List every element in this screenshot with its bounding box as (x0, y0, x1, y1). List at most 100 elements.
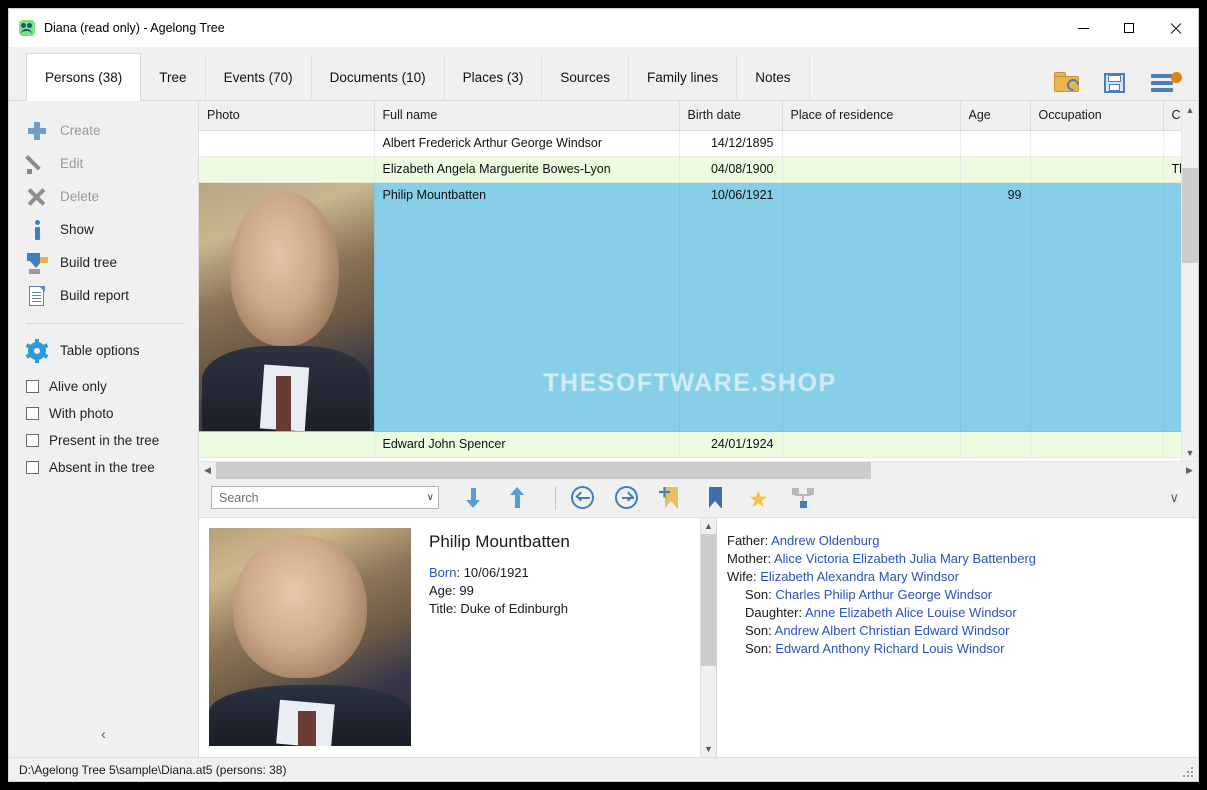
scroll-up-button[interactable]: ▲ (1182, 101, 1198, 118)
bookmarks-icon[interactable] (702, 485, 728, 511)
checkbox-alive-only[interactable]: Alive only (9, 373, 198, 400)
tab-label: Notes (755, 70, 790, 85)
relation-link[interactable]: Andrew Oldenburg (771, 533, 879, 548)
column-header-birth-date[interactable]: Birth date (679, 101, 782, 130)
navigate-forward-icon[interactable] (614, 485, 640, 511)
sidebar-item-label: Show (60, 222, 94, 237)
tab-family-lines[interactable]: Family lines (628, 55, 737, 100)
toolbar-icons (1054, 70, 1198, 100)
family-tree-icon[interactable] (790, 485, 816, 511)
sidebar-item-label: Delete (60, 189, 99, 204)
field-age: Age: 99 (429, 582, 700, 600)
sidebar-item-build-report[interactable]: Build report (9, 279, 198, 312)
column-header-co[interactable]: Co (1163, 101, 1181, 130)
column-header-full-name[interactable]: Full name (374, 101, 679, 130)
field-value-age: 99 (459, 583, 473, 598)
checkbox-box[interactable] (26, 380, 39, 393)
cell-photo (199, 156, 374, 182)
sidebar-item-show[interactable]: Show (9, 213, 198, 246)
detail-vscroll-thumb[interactable] (701, 534, 717, 666)
field-label-born[interactable]: Born (429, 565, 456, 580)
sidebar-item-edit[interactable]: Edit (9, 147, 198, 180)
table-row[interactable]: Edward John Spencer 24/01/1924 (199, 431, 1181, 457)
sidebar-item-delete[interactable]: Delete (9, 180, 198, 213)
chevron-down-icon[interactable]: ∨ (427, 492, 434, 503)
tab-label: Documents (10) (330, 70, 426, 85)
tab-sources[interactable]: Sources (541, 55, 629, 100)
tab-tree[interactable]: Tree (140, 55, 205, 100)
relation-link[interactable]: Edward Anthony Richard Louis Windsor (775, 641, 1004, 656)
column-header-occupation[interactable]: Occupation (1030, 101, 1163, 130)
relations-pane: Father: Andrew Oldenburg Mother: Alice V… (717, 518, 1198, 757)
relation-label: Daughter: (745, 605, 802, 620)
sidebar-item-create[interactable]: Create (9, 114, 198, 147)
maximize-button[interactable] (1106, 9, 1152, 47)
cell-place (782, 182, 960, 431)
info-icon (26, 219, 48, 241)
tab-places[interactable]: Places (3) (444, 55, 543, 100)
tab-documents[interactable]: Documents (10) (311, 55, 445, 100)
checkbox-box[interactable] (26, 461, 39, 474)
column-header-photo[interactable]: Photo (199, 101, 374, 130)
find-next-icon[interactable] (461, 485, 487, 511)
tab-label: Persons (38) (45, 70, 122, 85)
table-vertical-scrollbar[interactable]: ▲ ▼ (1181, 101, 1198, 461)
cell-co (1163, 431, 1181, 457)
table-row-selected[interactable]: Philip Mountbatten 10/06/1921 99 (199, 182, 1181, 431)
scroll-left-button[interactable]: ◀ (199, 462, 216, 479)
scroll-down-button[interactable]: ▼ (1182, 444, 1198, 461)
window-controls (1060, 9, 1198, 47)
tab-persons[interactable]: Persons (38) (26, 53, 141, 101)
detail-scroll-up-button[interactable]: ▲ (701, 518, 716, 534)
status-bar: D:\Agelong Tree 5\sample\Diana.at5 (pers… (9, 757, 1198, 781)
title-bar: Diana (read only) - Agelong Tree (9, 9, 1198, 47)
detail-vscroll-track[interactable] (701, 534, 716, 741)
relation-link[interactable]: Elizabeth Alexandra Mary Windsor (760, 569, 959, 584)
tab-notes[interactable]: Notes (736, 55, 809, 100)
relation-link[interactable]: Andrew Albert Christian Edward Windsor (775, 623, 1010, 638)
search-input[interactable]: Search ∨ (211, 486, 439, 509)
tab-events[interactable]: Events (70) (205, 55, 312, 100)
scroll-right-button[interactable]: ▶ (1181, 462, 1198, 479)
panel-collapse-button[interactable]: ∨ (1169, 490, 1198, 506)
person-summary: Philip Mountbatten Born: 10/06/1921 Age:… (411, 518, 700, 757)
add-bookmark-icon[interactable] (658, 485, 684, 511)
hscroll-track[interactable] (216, 462, 1181, 479)
open-folder-icon[interactable] (1054, 70, 1080, 94)
save-icon[interactable] (1102, 70, 1128, 94)
vscroll-thumb[interactable] (1182, 168, 1199, 263)
cell-occupation (1030, 182, 1163, 431)
sidebar-divider (26, 323, 184, 324)
table-horizontal-scrollbar[interactable]: ◀ ▶ (199, 461, 1198, 478)
table-row[interactable]: Elizabeth Angela Marguerite Bowes-Lyon 0… (199, 156, 1181, 182)
navigate-back-icon[interactable] (570, 485, 596, 511)
sidebar-item-build-tree[interactable]: Build tree (9, 246, 198, 279)
cell-occupation (1030, 431, 1163, 457)
detail-scroll-down-button[interactable]: ▼ (701, 741, 716, 757)
detail-vertical-scrollbar[interactable]: ▲ ▼ (700, 518, 716, 757)
relation-link[interactable]: Alice Victoria Elizabeth Julia Mary Batt… (774, 551, 1036, 566)
checkbox-present-in-the-tree[interactable]: Present in the tree (9, 427, 198, 454)
minimize-button[interactable] (1060, 9, 1106, 47)
column-header-place-of-residence[interactable]: Place of residence (782, 101, 960, 130)
relation-link[interactable]: Charles Philip Arthur George Windsor (775, 587, 992, 602)
sidebar-item-table-options[interactable]: Table options (9, 334, 198, 367)
hscroll-thumb[interactable] (216, 462, 871, 479)
table-row[interactable]: Albert Frederick Arthur George Windsor 1… (199, 130, 1181, 156)
relation-link[interactable]: Anne Elizabeth Alice Louise Windsor (805, 605, 1017, 620)
checkbox-box[interactable] (26, 407, 39, 420)
close-button[interactable] (1152, 9, 1198, 47)
checkbox-absent-in-the-tree[interactable]: Absent in the tree (9, 454, 198, 481)
person-photo-thumbnail (199, 183, 374, 431)
find-previous-icon[interactable] (505, 485, 531, 511)
resize-grip[interactable] (1180, 764, 1193, 777)
vscroll-track[interactable] (1182, 118, 1198, 444)
sidebar-item-label: Build report (60, 288, 129, 303)
column-header-age[interactable]: Age (960, 101, 1030, 130)
checkbox-box[interactable] (26, 434, 39, 447)
cell-place (782, 156, 960, 182)
sidebar-item-label: Edit (60, 156, 83, 171)
favorites-star-icon[interactable]: ★ (746, 485, 772, 511)
checkbox-with-photo[interactable]: With photo (9, 400, 198, 427)
sidebar-collapse-button[interactable]: ‹ (9, 711, 198, 757)
